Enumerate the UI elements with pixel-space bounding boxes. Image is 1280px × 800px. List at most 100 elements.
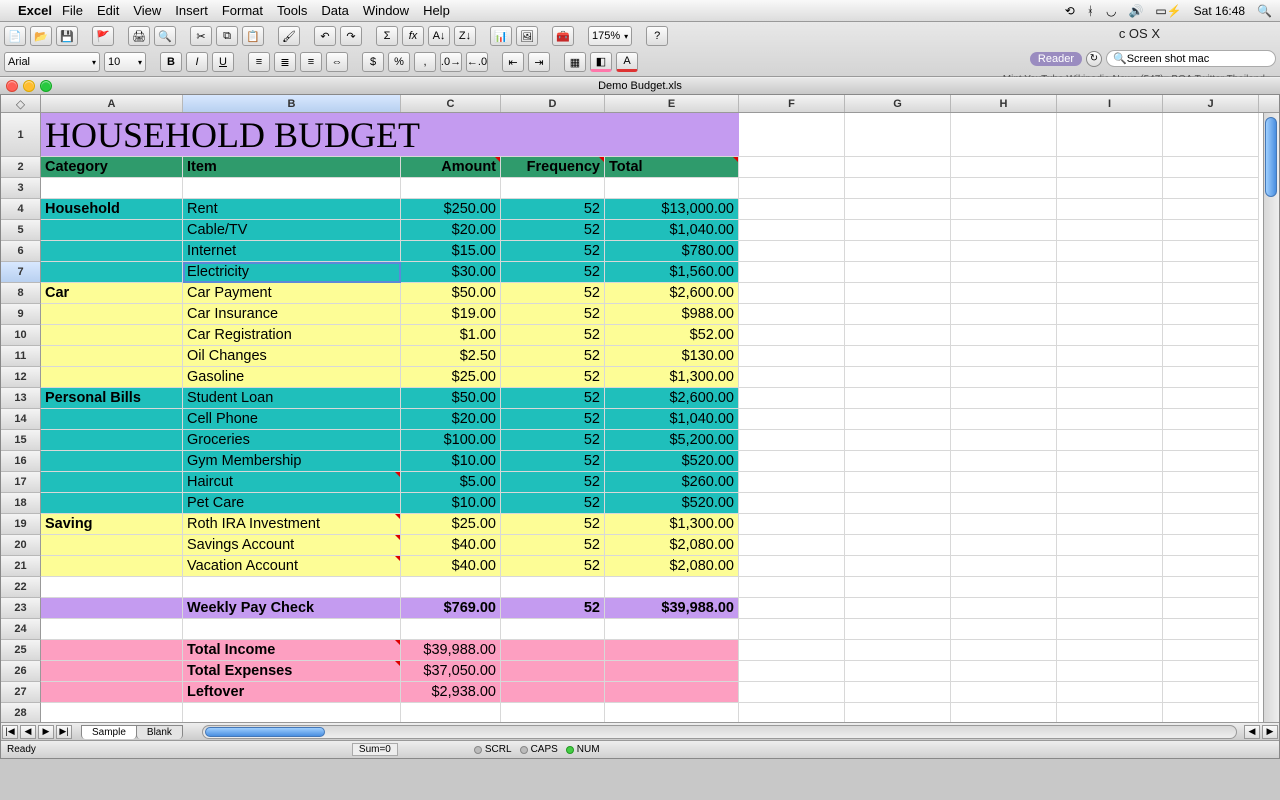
timemachine-icon[interactable]: ⟲ — [1065, 4, 1075, 18]
cell[interactable]: 52 — [501, 430, 605, 451]
cell[interactable] — [739, 556, 845, 577]
cell[interactable]: 52 — [501, 325, 605, 346]
cell[interactable] — [739, 619, 845, 640]
cell[interactable]: $2,938.00 — [401, 682, 501, 703]
cell[interactable]: $1.00 — [401, 325, 501, 346]
cell[interactable] — [183, 619, 401, 640]
cell[interactable] — [951, 304, 1057, 325]
cell[interactable] — [1057, 703, 1163, 724]
cell[interactable] — [1057, 178, 1163, 199]
cell[interactable]: $15.00 — [401, 241, 501, 262]
col-header-e[interactable]: E — [605, 95, 739, 112]
cell[interactable]: 52 — [501, 556, 605, 577]
cell[interactable] — [41, 598, 183, 619]
cell[interactable] — [1057, 640, 1163, 661]
col-header-h[interactable]: H — [951, 95, 1057, 112]
cell[interactable]: 52 — [501, 262, 605, 283]
row-header[interactable]: 3 — [1, 178, 41, 199]
cell[interactable] — [845, 346, 951, 367]
cell[interactable]: Total — [605, 157, 739, 178]
row-header[interactable]: 19 — [1, 514, 41, 535]
cell[interactable] — [401, 577, 501, 598]
underline-button[interactable]: U — [212, 52, 234, 72]
vertical-scrollbar[interactable] — [1263, 113, 1279, 722]
cell[interactable]: $1,560.00 — [605, 262, 739, 283]
sheet-tab-sample[interactable]: Sample — [81, 725, 137, 739]
cell[interactable]: Amount — [401, 157, 501, 178]
safari-search[interactable]: 🔍 — [1106, 50, 1276, 67]
print-button[interactable]: 🖨 — [128, 26, 150, 46]
cell[interactable]: $2,600.00 — [605, 283, 739, 304]
cell[interactable] — [1163, 640, 1259, 661]
cell[interactable]: $37,050.00 — [401, 661, 501, 682]
cell[interactable] — [41, 241, 183, 262]
col-header-i[interactable]: I — [1057, 95, 1163, 112]
row-header[interactable]: 16 — [1, 451, 41, 472]
cell[interactable] — [41, 451, 183, 472]
cell[interactable] — [1057, 556, 1163, 577]
title-cell[interactable]: HOUSEHOLD BUDGET — [41, 113, 739, 157]
cell[interactable]: $20.00 — [401, 220, 501, 241]
row-header[interactable]: 18 — [1, 493, 41, 514]
merge-button[interactable]: ⇔ — [326, 52, 348, 72]
cell[interactable]: $39,988.00 — [605, 598, 739, 619]
cell[interactable]: $30.00 — [401, 262, 501, 283]
cell[interactable]: Total Income — [183, 640, 401, 661]
autosum-button[interactable]: Σ — [376, 26, 398, 46]
row-header[interactable]: 23 — [1, 598, 41, 619]
fill-color-button[interactable]: ◧ — [590, 52, 612, 72]
cell[interactable] — [951, 514, 1057, 535]
cell[interactable]: $130.00 — [605, 346, 739, 367]
row-header[interactable]: 8 — [1, 283, 41, 304]
cell[interactable]: Gasoline — [183, 367, 401, 388]
cell[interactable]: 52 — [501, 367, 605, 388]
cell[interactable]: $2.50 — [401, 346, 501, 367]
cell[interactable]: 52 — [501, 535, 605, 556]
currency-button[interactable]: $ — [362, 52, 384, 72]
cell[interactable]: Oil Changes — [183, 346, 401, 367]
cell[interactable] — [845, 241, 951, 262]
cell[interactable] — [1057, 367, 1163, 388]
cell[interactable] — [951, 409, 1057, 430]
cell[interactable] — [1163, 493, 1259, 514]
indent-left-button[interactable]: ⇤ — [502, 52, 524, 72]
indent-right-button[interactable]: ⇥ — [528, 52, 550, 72]
cell[interactable]: $2,080.00 — [605, 535, 739, 556]
cell[interactable]: 52 — [501, 241, 605, 262]
cell[interactable] — [845, 199, 951, 220]
function-button[interactable]: fx — [402, 26, 424, 46]
cell[interactable]: Car — [41, 283, 183, 304]
cell[interactable] — [605, 703, 739, 724]
close-window-icon[interactable] — [6, 80, 18, 92]
row-header[interactable]: 9 — [1, 304, 41, 325]
cell[interactable] — [739, 241, 845, 262]
cell[interactable] — [41, 556, 183, 577]
cell[interactable]: $10.00 — [401, 493, 501, 514]
menu-format[interactable]: Format — [222, 3, 263, 18]
cell[interactable] — [1163, 367, 1259, 388]
cell[interactable] — [1163, 113, 1259, 157]
cell[interactable]: $769.00 — [401, 598, 501, 619]
cell[interactable] — [739, 682, 845, 703]
cell[interactable]: $1,300.00 — [605, 367, 739, 388]
cell[interactable] — [739, 178, 845, 199]
cell[interactable] — [501, 178, 605, 199]
row-header[interactable]: 5 — [1, 220, 41, 241]
bold-button[interactable]: B — [160, 52, 182, 72]
format-painter-button[interactable]: 🖌 — [278, 26, 300, 46]
cell[interactable]: Savings Account — [183, 535, 401, 556]
cell[interactable] — [401, 703, 501, 724]
cell[interactable] — [41, 367, 183, 388]
cell[interactable] — [739, 472, 845, 493]
row-header[interactable]: 14 — [1, 409, 41, 430]
new-button[interactable]: 📄 — [4, 26, 26, 46]
cell[interactable]: 52 — [501, 388, 605, 409]
cell[interactable]: Car Insurance — [183, 304, 401, 325]
cell[interactable] — [845, 451, 951, 472]
cell[interactable]: Total Expenses — [183, 661, 401, 682]
menu-tools[interactable]: Tools — [277, 3, 307, 18]
clock[interactable]: Sat 16:48 — [1194, 4, 1245, 18]
col-header-a[interactable]: A — [41, 95, 183, 112]
zoom-window-icon[interactable] — [40, 80, 52, 92]
cell[interactable] — [41, 325, 183, 346]
